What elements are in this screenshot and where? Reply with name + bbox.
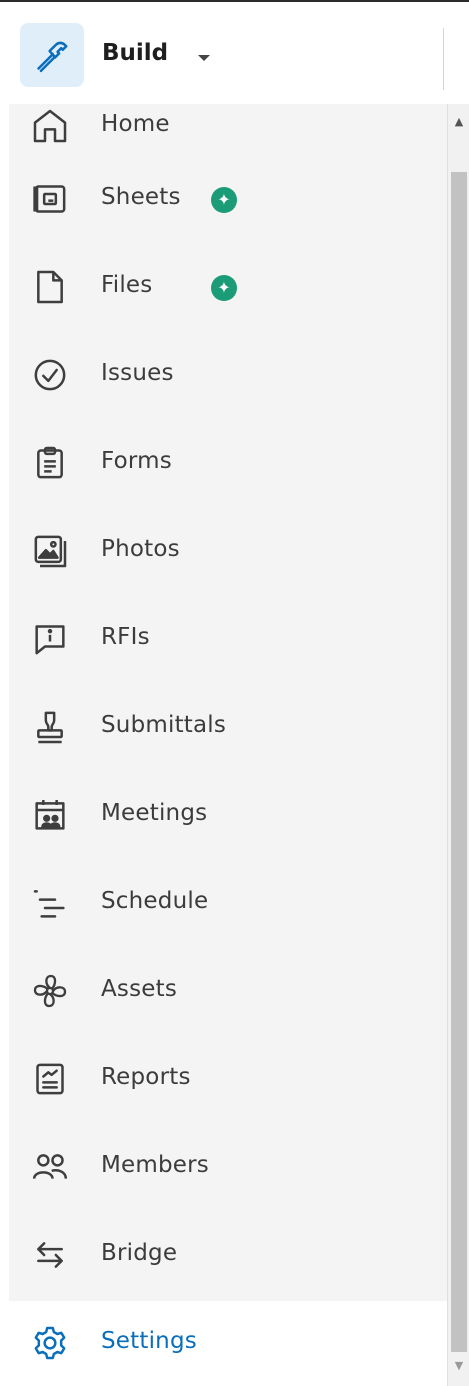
sidebar-item-assets[interactable]: Assets [9, 949, 447, 1037]
sidebar-item-settings[interactable]: Settings [9, 1301, 447, 1386]
sidebar-item-submittals[interactable]: Submittals [9, 685, 447, 773]
check-circle-icon [30, 355, 70, 395]
sidebar-item-label: Schedule [101, 888, 209, 914]
sidebar-item-label: Home [101, 111, 170, 137]
sidebar-item-label: Reports [101, 1064, 191, 1090]
sidebar-item-label: Submittals [101, 712, 227, 738]
sidebar-item-files[interactable]: Files ✦ [9, 245, 447, 333]
photos-icon [30, 531, 70, 571]
sidebar-item-members[interactable]: Members [9, 1125, 447, 1213]
sheets-icon [30, 179, 70, 219]
sidebar-item-bridge[interactable]: Bridge [9, 1213, 447, 1301]
info-chat-icon [30, 619, 70, 659]
vertical-scrollbar[interactable]: ▲ ▼ [447, 104, 469, 1386]
sidebar-item-label: Forms [101, 448, 172, 474]
sidebar-item-forms[interactable]: Forms [9, 421, 447, 509]
sidebar-item-label: Settings [101, 1328, 197, 1354]
header: Build [9, 2, 447, 105]
sidebar-item-label: Meetings [101, 800, 208, 826]
hammer-icon[interactable] [20, 23, 84, 87]
sidebar-item-label: Members [101, 1152, 209, 1178]
star-badge-icon: ✦ [211, 187, 237, 213]
report-icon [30, 1059, 70, 1099]
sidebar-item-reports[interactable]: Reports [9, 1037, 447, 1125]
sidebar-item-schedule[interactable]: Schedule [9, 861, 447, 949]
scrollbar-thumb[interactable] [451, 172, 467, 1352]
scroll-up-arrow-icon[interactable]: ▲ [448, 112, 469, 130]
sidebar-item-label: RFIs [101, 624, 150, 650]
sidebar-item-label: Sheets [101, 184, 181, 210]
sidebar-nav: Home Sheets ✦ Files ✦ Issues Forms Photo… [9, 104, 447, 1386]
fan-icon [30, 971, 70, 1011]
sidebar-item-label: Bridge [101, 1240, 178, 1266]
sidebar-item-label: Issues [101, 360, 174, 386]
sidebar-item-sheets[interactable]: Sheets ✦ [9, 157, 447, 245]
stamp-icon [30, 707, 70, 747]
clipboard-icon [30, 443, 70, 483]
scroll-down-arrow-icon[interactable]: ▼ [448, 1356, 469, 1374]
gear-icon [30, 1323, 70, 1363]
calendar-people-icon [30, 795, 70, 835]
sidebar-item-issues[interactable]: Issues [9, 333, 447, 421]
header-divider [443, 28, 444, 90]
sidebar-item-photos[interactable]: Photos [9, 509, 447, 597]
home-icon [30, 106, 70, 146]
members-icon [30, 1147, 70, 1187]
sidebar-item-label: Assets [101, 976, 178, 1002]
app-root: Build Home Sheets ✦ Files ✦ Issues Forms… [0, 0, 469, 1386]
sidebar-item-meetings[interactable]: Meetings [9, 773, 447, 861]
star-badge-icon: ✦ [211, 275, 237, 301]
sidebar-item-label: Files [101, 272, 153, 298]
caret-down-icon[interactable] [197, 48, 211, 67]
sidebar-item-rfis[interactable]: RFIs [9, 597, 447, 685]
sidebar-item-label: Photos [101, 536, 180, 562]
schedule-icon [30, 883, 70, 923]
bridge-arrows-icon [30, 1235, 70, 1275]
file-icon [30, 267, 70, 307]
product-name[interactable]: Build [102, 40, 168, 66]
